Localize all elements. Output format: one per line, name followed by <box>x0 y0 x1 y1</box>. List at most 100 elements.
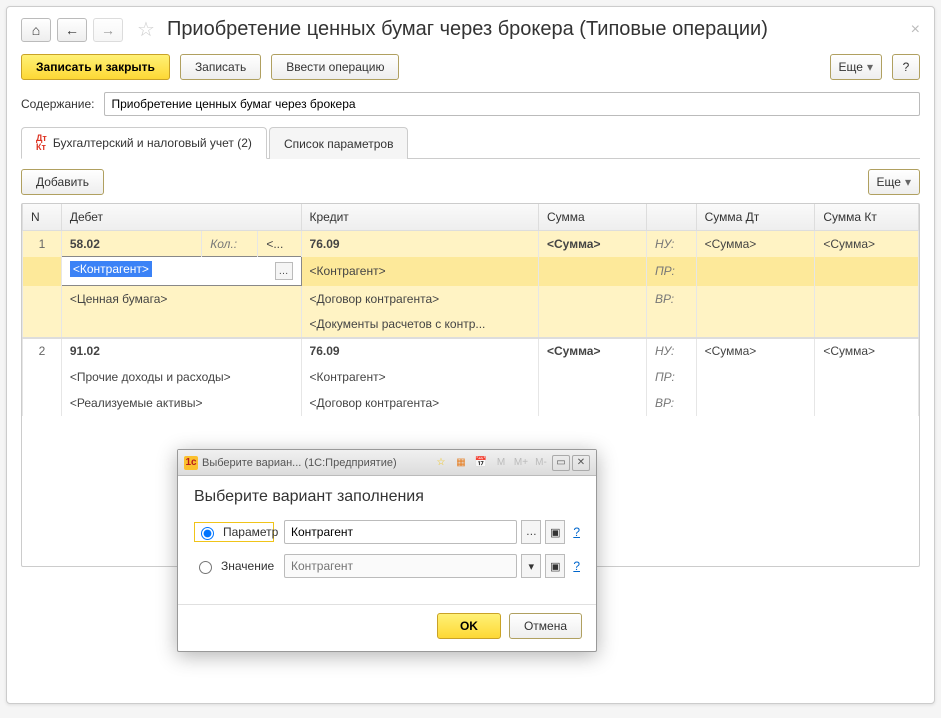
home-button[interactable]: ⌂ <box>21 18 51 42</box>
table-row[interactable]: <Документы расчетов с контр... <box>23 312 919 338</box>
col-debit[interactable]: Дебет <box>61 204 301 231</box>
value-help-link[interactable]: ? <box>573 559 580 573</box>
cell-qty-label: Кол.: <box>202 231 258 257</box>
table-row[interactable]: <Прочие доходы и расходы> <Контрагент> П… <box>23 364 919 390</box>
cell-debit-sub2[interactable]: <Реализуемые активы> <box>61 390 301 416</box>
cell-debit-sub1[interactable]: <Контрагент> <box>70 261 152 277</box>
value-dropdown-button[interactable]: ▾ <box>521 554 541 578</box>
app-icon: 1c <box>184 456 198 470</box>
tab-accounting-icon: ДтКт <box>36 134 47 152</box>
main-toolbar: Записать и закрыть Записать Ввести опера… <box>21 54 920 80</box>
option-parameter-label: Параметр <box>223 525 278 539</box>
cell-qty-val[interactable]: <... <box>258 231 301 257</box>
cell-credit-sub1[interactable]: <Контрагент> <box>301 257 538 286</box>
table-row[interactable]: 1 58.02 Кол.: <... 76.09 <Сумма> НУ: <Су… <box>23 231 919 257</box>
cell-debit-sub2[interactable]: <Ценная бумага> <box>61 286 301 312</box>
tab-parameters-label: Список параметров <box>284 137 394 151</box>
cell-n: 2 <box>23 338 62 364</box>
content-input[interactable] <box>104 92 920 116</box>
m-minus-icon[interactable]: M- <box>532 455 550 471</box>
option-value-label: Значение <box>221 559 274 573</box>
option-parameter[interactable]: Параметр <box>194 522 274 542</box>
cell-debit-sub1[interactable]: <Прочие доходы и расходы> <box>61 364 301 390</box>
titlebar: ⌂ ← → ☆ Приобретение ценных бумаг через … <box>21 17 920 42</box>
sub-toolbar: Добавить Еще <box>21 169 920 195</box>
tab-accounting-label: Бухгалтерский и налоговый учет (2) <box>53 136 252 150</box>
parameter-help-link[interactable]: ? <box>573 525 580 539</box>
forward-button[interactable]: → <box>93 18 123 42</box>
back-button[interactable]: ← <box>57 18 87 42</box>
value-input <box>284 554 517 578</box>
dialog-close-icon[interactable]: ✕ <box>572 455 590 471</box>
option-value-row: Значение ▾ ▣ ? <box>194 554 580 578</box>
option-value[interactable]: Значение <box>194 558 274 574</box>
cell-sum-dt[interactable]: <Сумма> <box>696 338 815 364</box>
save-and-close-button[interactable]: Записать и закрыть <box>21 54 170 80</box>
dialog-titlebar[interactable]: 1c Выберите вариан... (1С:Предприятие) ☆… <box>178 450 596 476</box>
cell-vr-label: ВР: <box>646 390 696 416</box>
m-icon[interactable]: M <box>492 455 510 471</box>
add-button[interactable]: Добавить <box>21 169 104 195</box>
cell-sum[interactable]: <Сумма> <box>539 338 647 364</box>
cell-sum-kt[interactable]: <Сумма> <box>815 338 919 364</box>
cell-credit-acc[interactable]: 76.09 <box>301 231 538 257</box>
cell-credit-sub1[interactable]: <Контрагент> <box>301 364 538 390</box>
content-label: Содержание: <box>21 97 94 111</box>
help-button[interactable]: ? <box>892 54 920 80</box>
more-button[interactable]: Еще <box>830 54 882 80</box>
option-parameter-row: Параметр … ▣ ? <box>194 520 580 544</box>
cell-credit-acc[interactable]: 76.09 <box>301 338 538 364</box>
cell-sum-kt[interactable]: <Сумма> <box>815 231 919 257</box>
tab-parameters[interactable]: Список параметров <box>269 127 409 159</box>
col-sum-kt[interactable]: Сумма Кт <box>815 204 919 231</box>
radio-parameter[interactable] <box>201 527 214 540</box>
m-plus-icon[interactable]: M+ <box>512 455 530 471</box>
cell-debit-acc[interactable]: 91.02 <box>61 338 301 364</box>
sub-more-button[interactable]: Еще <box>868 169 920 195</box>
col-n[interactable]: N <box>23 204 62 231</box>
cell-n: 1 <box>23 231 62 257</box>
cell-vr-label: ВР: <box>646 286 696 312</box>
parameter-input[interactable] <box>284 520 517 544</box>
cell-credit-sub2[interactable]: <Договор контрагента> <box>301 286 538 312</box>
cell-credit-sub3[interactable]: <Документы расчетов с контр... <box>301 312 538 338</box>
table-row[interactable]: <Реализуемые активы> <Договор контрагент… <box>23 390 919 416</box>
tab-accounting[interactable]: ДтКт Бухгалтерский и налоговый учет (2) <box>21 127 267 159</box>
table-row[interactable]: <Контрагент> … <Контрагент> ПР: <box>23 257 919 286</box>
table-row[interactable]: <Ценная бумага> <Договор контрагента> ВР… <box>23 286 919 312</box>
calc-icon[interactable]: ▦ <box>452 455 470 471</box>
fill-variant-dialog: 1c Выберите вариан... (1С:Предприятие) ☆… <box>177 449 597 652</box>
cell-debit-acc[interactable]: 58.02 <box>61 231 201 257</box>
cell-nu-label: НУ: <box>646 338 696 364</box>
page-title: Приобретение ценных бумаг через брокера … <box>167 18 768 41</box>
cell-sum[interactable]: <Сумма> <box>539 231 647 257</box>
tabs: ДтКт Бухгалтерский и налоговый учет (2) … <box>21 126 920 159</box>
parameter-lookup-button[interactable]: … <box>521 520 541 544</box>
dialog-minimize-icon[interactable]: ▭ <box>552 455 570 471</box>
save-button[interactable]: Записать <box>180 54 261 80</box>
star-icon[interactable]: ☆ <box>432 455 450 471</box>
lookup-button[interactable]: … <box>275 262 293 280</box>
parameter-open-button[interactable]: ▣ <box>545 520 565 544</box>
cell-pr-label: ПР: <box>646 364 696 390</box>
ok-button[interactable]: OK <box>437 613 501 639</box>
cell-credit-sub2[interactable]: <Договор контрагента> <box>301 390 538 416</box>
calendar-icon[interactable]: 📅 <box>472 455 490 471</box>
content-field-row: Содержание: <box>21 92 920 116</box>
dialog-window-title: Выберите вариан... (1С:Предприятие) <box>202 457 397 469</box>
col-credit[interactable]: Кредит <box>301 204 538 231</box>
radio-value[interactable] <box>199 561 212 574</box>
cell-sum-dt[interactable]: <Сумма> <box>696 231 815 257</box>
col-sum-dt[interactable]: Сумма Дт <box>696 204 815 231</box>
col-sum[interactable]: Сумма <box>539 204 647 231</box>
dialog-title: Выберите вариант заполнения <box>194 488 580 506</box>
favorite-icon[interactable]: ☆ <box>137 17 155 42</box>
main-window: ⌂ ← → ☆ Приобретение ценных бумаг через … <box>6 6 935 704</box>
cancel-button[interactable]: Отмена <box>509 613 582 639</box>
cell-pr-label: ПР: <box>646 257 696 286</box>
cell-nu-label: НУ: <box>646 231 696 257</box>
table-row[interactable]: 2 91.02 76.09 <Сумма> НУ: <Сумма> <Сумма… <box>23 338 919 364</box>
value-open-button[interactable]: ▣ <box>545 554 565 578</box>
close-icon[interactable]: × <box>911 21 920 39</box>
enter-operation-button[interactable]: Ввести операцию <box>271 54 399 80</box>
